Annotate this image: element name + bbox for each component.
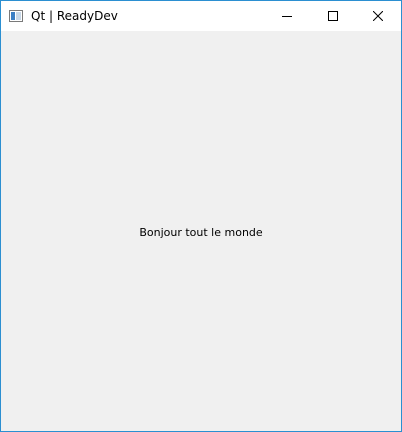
- maximize-icon: [328, 11, 338, 21]
- app-icon: [9, 10, 23, 22]
- window-title: Qt | ReadyDev: [31, 9, 118, 23]
- minimize-button[interactable]: [264, 1, 310, 31]
- title-bar[interactable]: Qt | ReadyDev: [1, 1, 401, 31]
- maximize-button[interactable]: [310, 1, 356, 31]
- greeting-label: Bonjour tout le monde: [139, 226, 263, 239]
- close-icon: [373, 11, 383, 21]
- client-area: Bonjour tout le monde: [1, 31, 401, 431]
- app-window: Qt | ReadyDev Bonjour tout le monde: [0, 0, 402, 432]
- close-button[interactable]: [355, 1, 401, 31]
- minimize-icon: [282, 16, 292, 17]
